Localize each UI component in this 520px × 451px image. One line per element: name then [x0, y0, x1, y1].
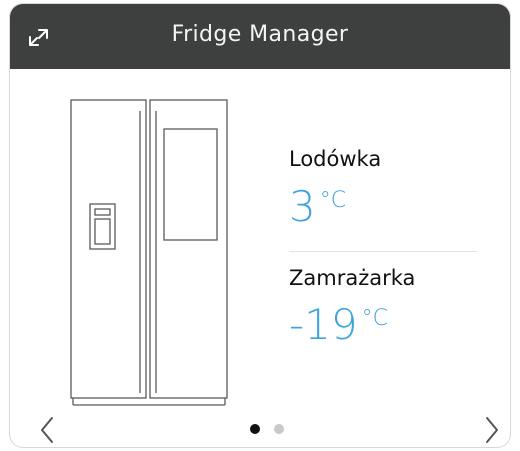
fridge-temperature-value: 3 — [289, 182, 316, 231]
divider — [289, 251, 477, 252]
chevron-left-icon[interactable] — [34, 412, 62, 448]
freezer-temperature-value: -19 — [289, 300, 358, 349]
fridge-temperature: 3 °C — [289, 186, 346, 228]
fridge-illustration-icon — [70, 99, 228, 406]
page-indicator-dot-2[interactable] — [274, 424, 284, 434]
header-bar: Fridge Manager — [10, 4, 510, 69]
freezer-temperature-unit: °C — [361, 306, 388, 331]
fridge-temperature-unit: °C — [319, 188, 347, 213]
fridge-label: Lodówka — [289, 147, 382, 171]
chevron-right-icon[interactable] — [477, 412, 505, 448]
freezer-temperature: -19 °C — [289, 304, 388, 346]
freezer-label: Zamrażarka — [289, 266, 416, 290]
page-indicator-dot-1[interactable] — [250, 424, 260, 434]
page-title: Fridge Manager — [171, 22, 349, 47]
fridge-manager-card: Fridge Manager Lodówka 3 °C Zamrażarka -… — [9, 3, 511, 448]
